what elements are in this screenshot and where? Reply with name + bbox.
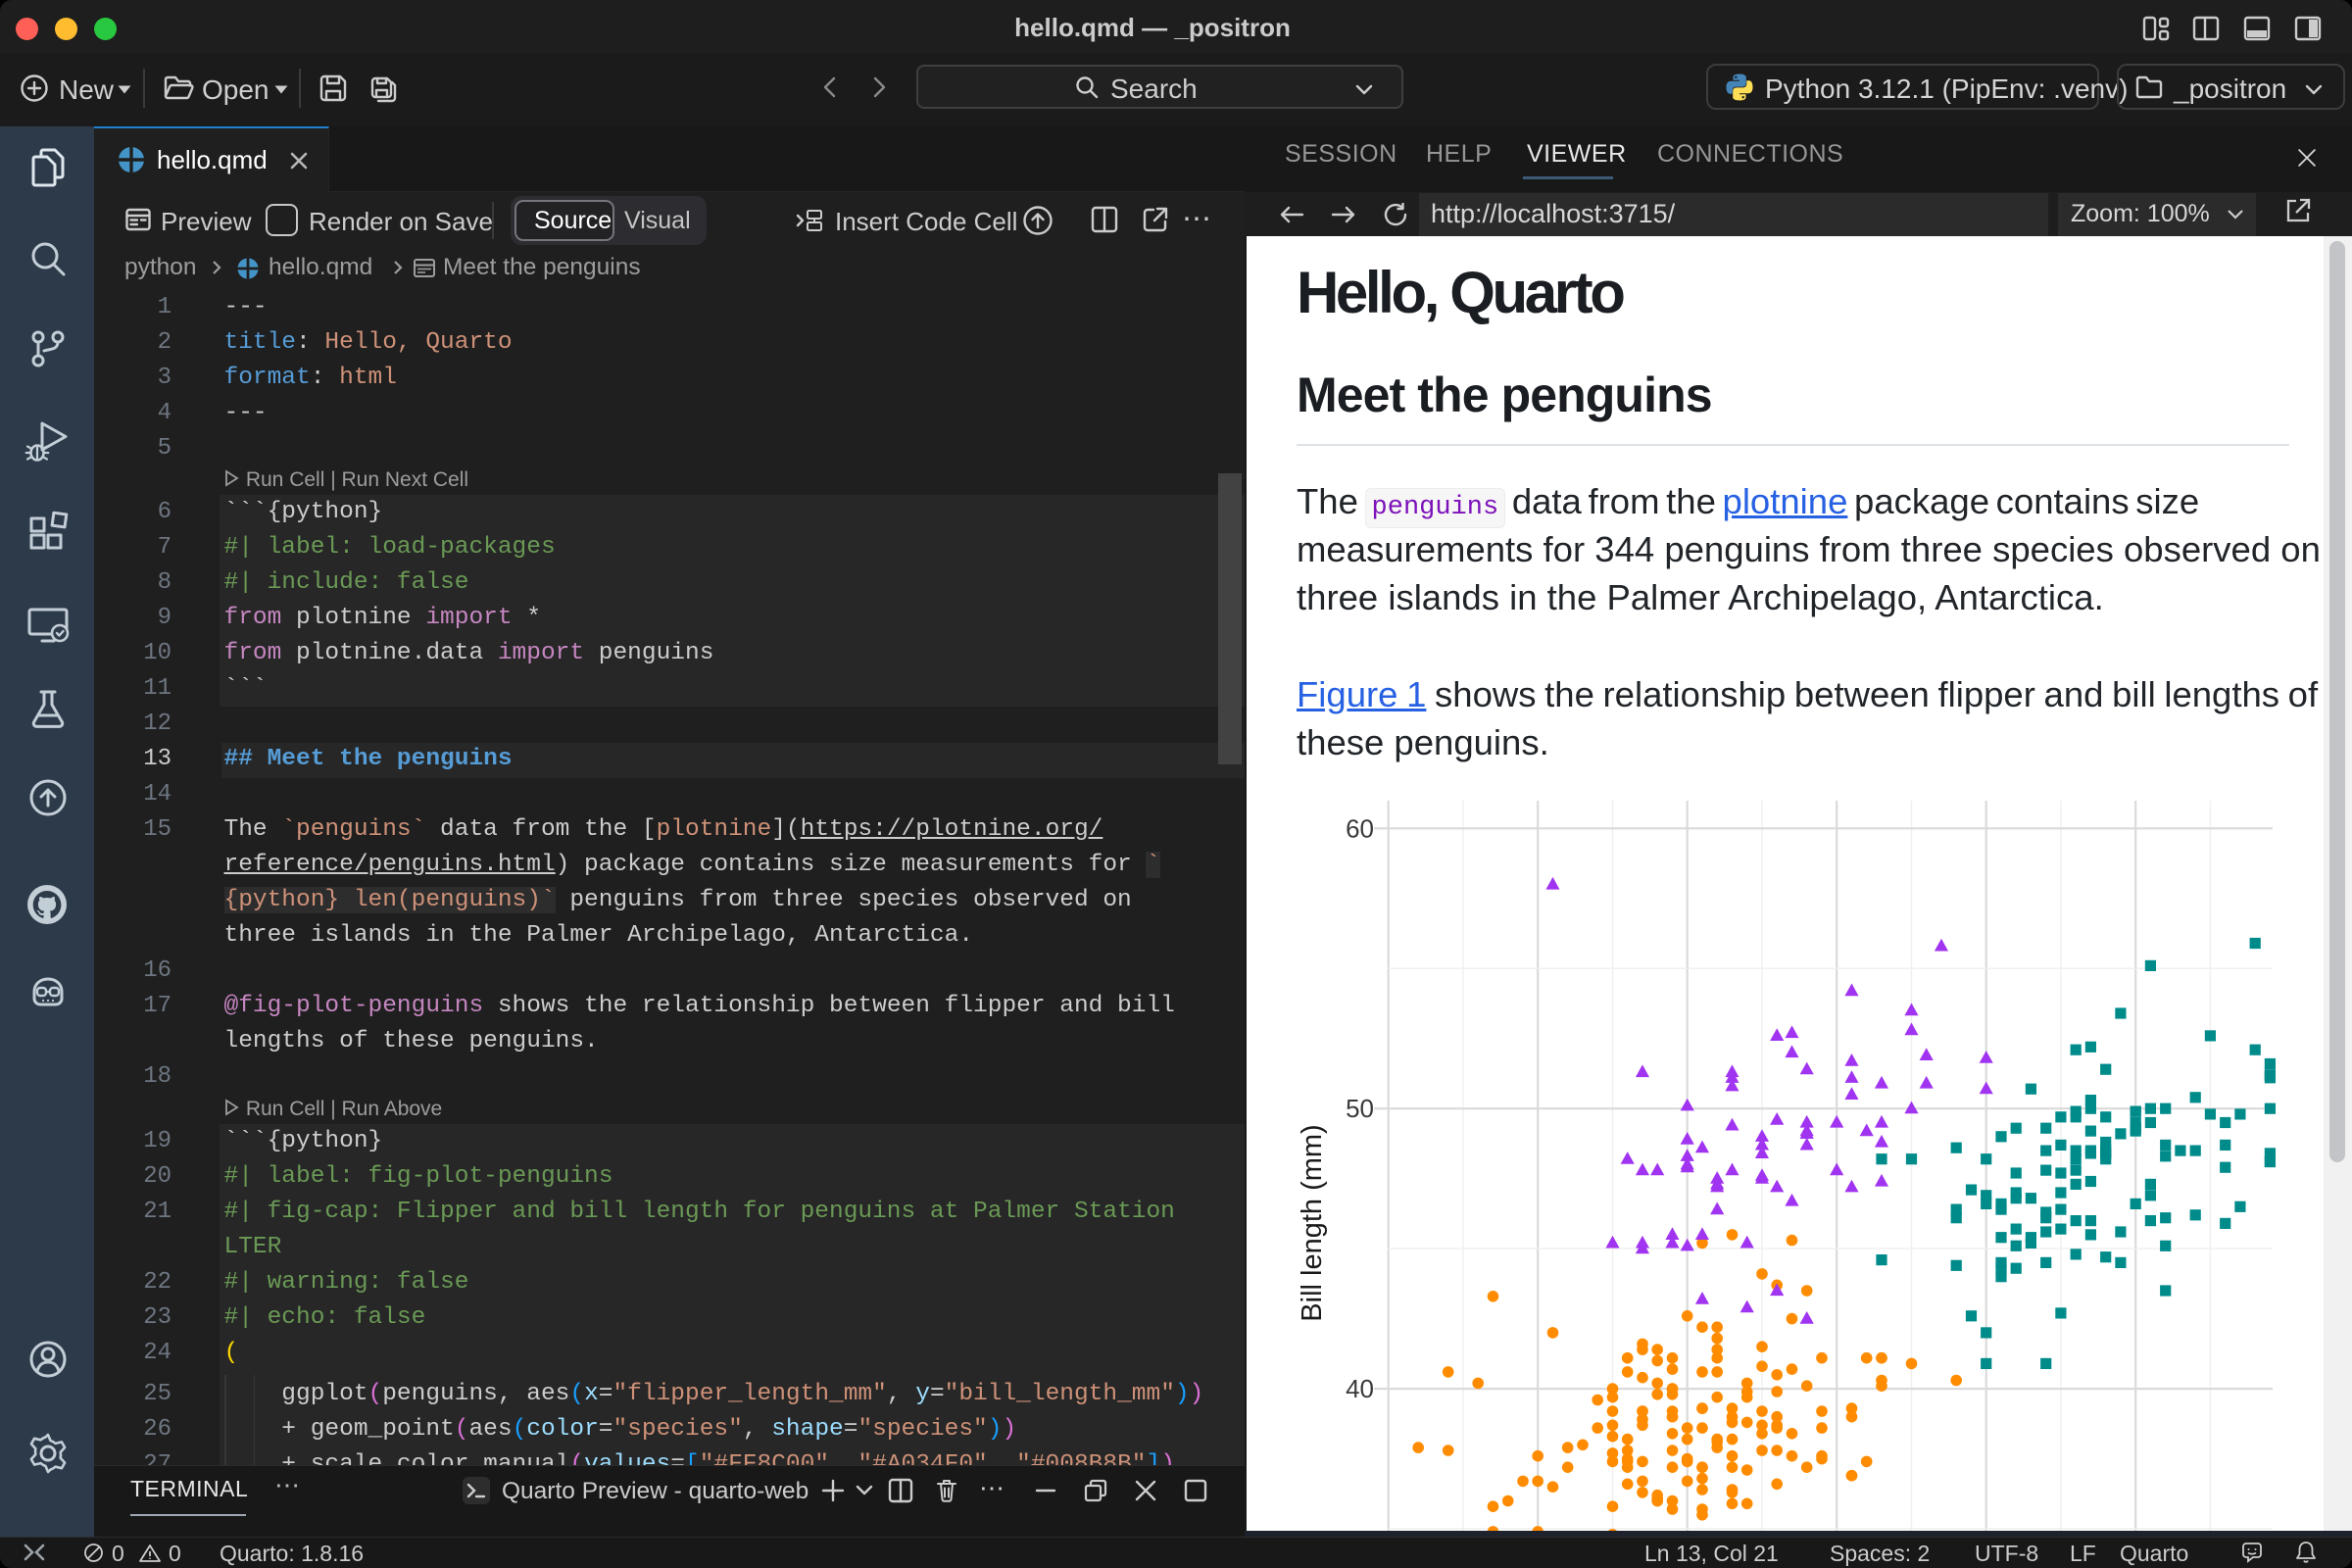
svg-text:50: 50: [1346, 1094, 1374, 1123]
svg-text:40: 40: [1346, 1374, 1374, 1403]
svg-text:60: 60: [1346, 813, 1374, 843]
svg-text:Bill length (mm): Bill length (mm): [1297, 1124, 1328, 1321]
